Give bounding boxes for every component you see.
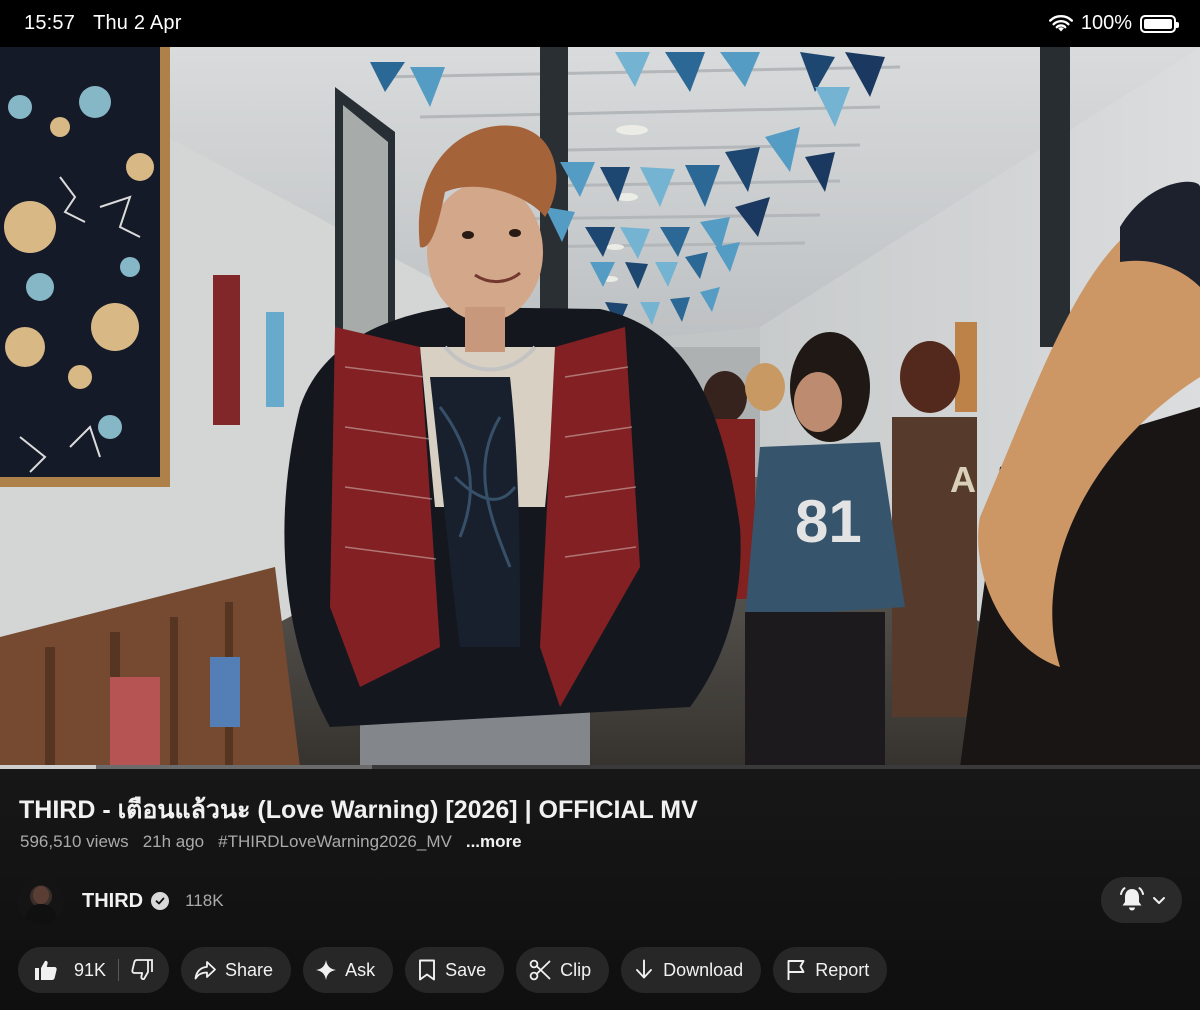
video-player[interactable]: A 81 [0,47,1200,767]
save-button[interactable]: Save [405,947,505,993]
thumb-up-icon [35,960,57,980]
status-time: 15:57 [24,12,76,34]
battery-icon [1140,14,1179,33]
download-button[interactable]: Download [621,947,762,993]
status-date: Thu 2 Apr [93,12,182,34]
video-title: THIRD - เตือนแล้วนะ (Love Warning) [2026… [19,796,698,824]
share-arrow-icon [194,961,216,980]
flag-icon [787,960,805,980]
view-count: 596,510 views [20,832,129,851]
wifi-icon [1048,14,1073,31]
sparkle-icon [316,960,337,980]
upload-age: 21h ago [142,832,205,851]
bookmark-icon [419,959,436,981]
download-label: Download [663,959,744,980]
save-label: Save [445,959,487,980]
ask-label: Ask [345,959,376,980]
status-left: 15:57 Thu 2 Apr [24,12,182,35]
ask-button[interactable]: Ask [303,947,394,993]
channel-row[interactable]: THIRD 118K [18,878,224,924]
video-frame: A 81 [0,47,1200,767]
video-info-panel: THIRD - เตือนแล้วนะ (Love Warning) [2026… [0,769,1200,1010]
download-arrow-icon [636,959,653,979]
clip-button[interactable]: Clip [516,947,610,993]
scissors-icon [529,959,551,981]
report-label: Report [815,959,870,980]
bell-icon [1119,887,1144,911]
video-meta[interactable]: 596,510 views 21h ago #THIRDLoveWarning2… [20,832,522,852]
like-count: 91K [74,959,107,980]
hashtag-link[interactable]: #THIRDLoveWarning2026_MV [218,832,452,852]
dislike-button[interactable] [119,959,155,981]
verified-icon [151,892,170,910]
like-button[interactable]: 91K [34,959,120,981]
battery-fill [1144,18,1172,29]
notification-bell-button[interactable] [1101,877,1182,923]
status-bar: 15:57 Thu 2 Apr 100% [0,0,1200,47]
action-bar: 91K Share Ask Save Clip Download Report [18,947,888,993]
more-button[interactable]: ...more [466,832,522,852]
like-dislike-group: 91K [18,947,170,993]
chevron-down-icon [1152,897,1165,904]
status-right: 100% [1048,12,1179,35]
clip-label: Clip [560,959,592,980]
subscriber-count: 118K [185,891,224,910]
report-button[interactable]: Report [773,947,888,993]
channel-avatar[interactable] [18,878,64,924]
battery-percentage: 100% [1080,12,1132,34]
share-label: Share [225,959,274,980]
thumb-down-icon [131,959,153,981]
channel-name[interactable]: THIRD [82,890,143,913]
share-button[interactable]: Share [181,947,292,993]
